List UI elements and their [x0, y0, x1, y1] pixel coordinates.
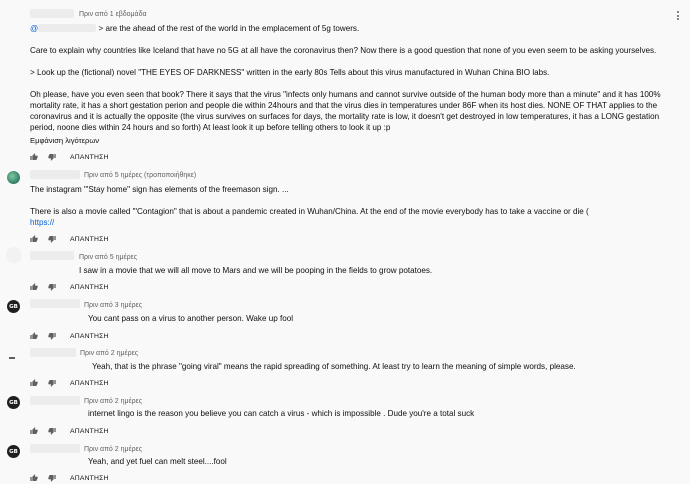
comment-actions: ΑΠΑΝΤΗΣΗ	[30, 330, 109, 342]
comment-actions: ΑΠΑΝΤΗΣΗ	[30, 377, 109, 389]
thumb-up-icon[interactable]	[30, 153, 38, 161]
avatar[interactable]: GB	[7, 300, 20, 313]
thumb-down-icon[interactable]	[48, 235, 56, 243]
reply-button[interactable]: ΑΠΑΝΤΗΣΗ	[70, 236, 109, 243]
comment-actions: ΑΠΑΝΤΗΣΗ	[30, 233, 109, 245]
avatar[interactable]	[7, 171, 20, 184]
reply-button[interactable]: ΑΠΑΝΤΗΣΗ	[70, 284, 109, 291]
comment-text: Yeah, and yet fuel can melt steel....foo…	[88, 457, 227, 466]
comment-timestamp[interactable]: Πριν από 2 ημέρες	[84, 446, 142, 453]
thumb-up-icon[interactable]	[30, 474, 38, 482]
comment-paragraph: > Look up the (fictional) novel "THE EYE…	[30, 68, 550, 77]
more-vert-icon[interactable]	[677, 11, 679, 20]
comment-timestamp[interactable]: Πριν από 5 ημέρες (τροποποιήθηκε)	[84, 172, 196, 179]
reply-button[interactable]: ΑΠΑΝΤΗΣΗ	[70, 154, 109, 161]
author-name[interactable]	[30, 348, 76, 357]
comment-actions: ΑΠΑΝΤΗΣΗ	[30, 151, 109, 163]
comment-first-line: @ > are the ahead of the rest of the wor…	[30, 24, 360, 33]
thumb-up-icon[interactable]	[30, 332, 38, 340]
reply-button[interactable]: ΑΠΑΝΤΗΣΗ	[70, 333, 109, 340]
reply-button[interactable]: ΑΠΑΝΤΗΣΗ	[70, 428, 109, 435]
comment-paragraph: Oh please, have you even seen that book?…	[30, 90, 661, 132]
author-name[interactable]	[30, 299, 80, 308]
reply-button[interactable]: ΑΠΑΝΤΗΣΗ	[70, 475, 109, 482]
comment-timestamp[interactable]: Πριν από 5 ημέρες	[79, 254, 137, 261]
comment-text: You cant pass on a virus to another pers…	[88, 314, 294, 323]
author-name[interactable]	[30, 170, 80, 179]
thumb-up-icon[interactable]	[30, 235, 38, 243]
thumb-down-icon[interactable]	[48, 332, 56, 340]
avatar[interactable]: GB	[7, 396, 20, 409]
comment-paragraph: Care to explain why countries like Icela…	[30, 46, 657, 55]
mention-link[interactable]: @	[30, 24, 38, 33]
comment-actions: ΑΠΑΝΤΗΣΗ	[30, 425, 109, 437]
reply-button[interactable]: ΑΠΑΝΤΗΣΗ	[70, 380, 109, 387]
show-less-link[interactable]: Εμφάνιση λιγότερων	[30, 136, 99, 145]
thumb-up-icon[interactable]	[30, 427, 38, 435]
comment-text: The instagram "'Stay home" sign has elem…	[30, 185, 589, 227]
avatar[interactable]	[6, 247, 22, 263]
thumb-down-icon[interactable]	[48, 283, 56, 291]
thumb-down-icon[interactable]	[48, 379, 56, 387]
comment-timestamp[interactable]: Πριν από 2 ημέρες	[80, 350, 138, 357]
comment-text: @ > are the ahead of the rest of the wor…	[30, 23, 680, 133]
comment-timestamp[interactable]: Πριν από 1 εβδομάδα	[79, 11, 147, 18]
thumb-up-icon[interactable]	[30, 379, 38, 387]
comment-link[interactable]: https://	[30, 218, 54, 227]
mention-name	[38, 24, 97, 32]
comment-timestamp[interactable]: Πριν από 2 ημέρες	[84, 398, 142, 405]
thumb-down-icon[interactable]	[48, 153, 56, 161]
thumb-down-icon[interactable]	[48, 427, 56, 435]
comment-actions: ΑΠΑΝΤΗΣΗ	[30, 281, 109, 293]
thumb-down-icon[interactable]	[48, 474, 56, 482]
comment-text: Yeah, that is the phrase "going viral" m…	[92, 362, 576, 371]
comment-text: internet lingo is the reason you believe…	[88, 409, 475, 418]
avatar[interactable]: GB	[7, 445, 20, 458]
author-name[interactable]	[30, 251, 74, 260]
comment-timestamp[interactable]: Πριν από 3 ημέρες	[84, 302, 142, 309]
author-name[interactable]	[30, 9, 74, 18]
author-name[interactable]	[30, 444, 80, 453]
comment: Πριν από 1 εβδομάδα @ > are the ahead of…	[0, 0, 690, 148]
comment-text: I saw in a movie that we will all move t…	[79, 266, 433, 275]
avatar[interactable]	[9, 357, 15, 359]
comment-actions: ΑΠΑΝΤΗΣΗ	[30, 472, 109, 484]
author-name[interactable]	[30, 396, 80, 405]
thumb-up-icon[interactable]	[30, 283, 38, 291]
